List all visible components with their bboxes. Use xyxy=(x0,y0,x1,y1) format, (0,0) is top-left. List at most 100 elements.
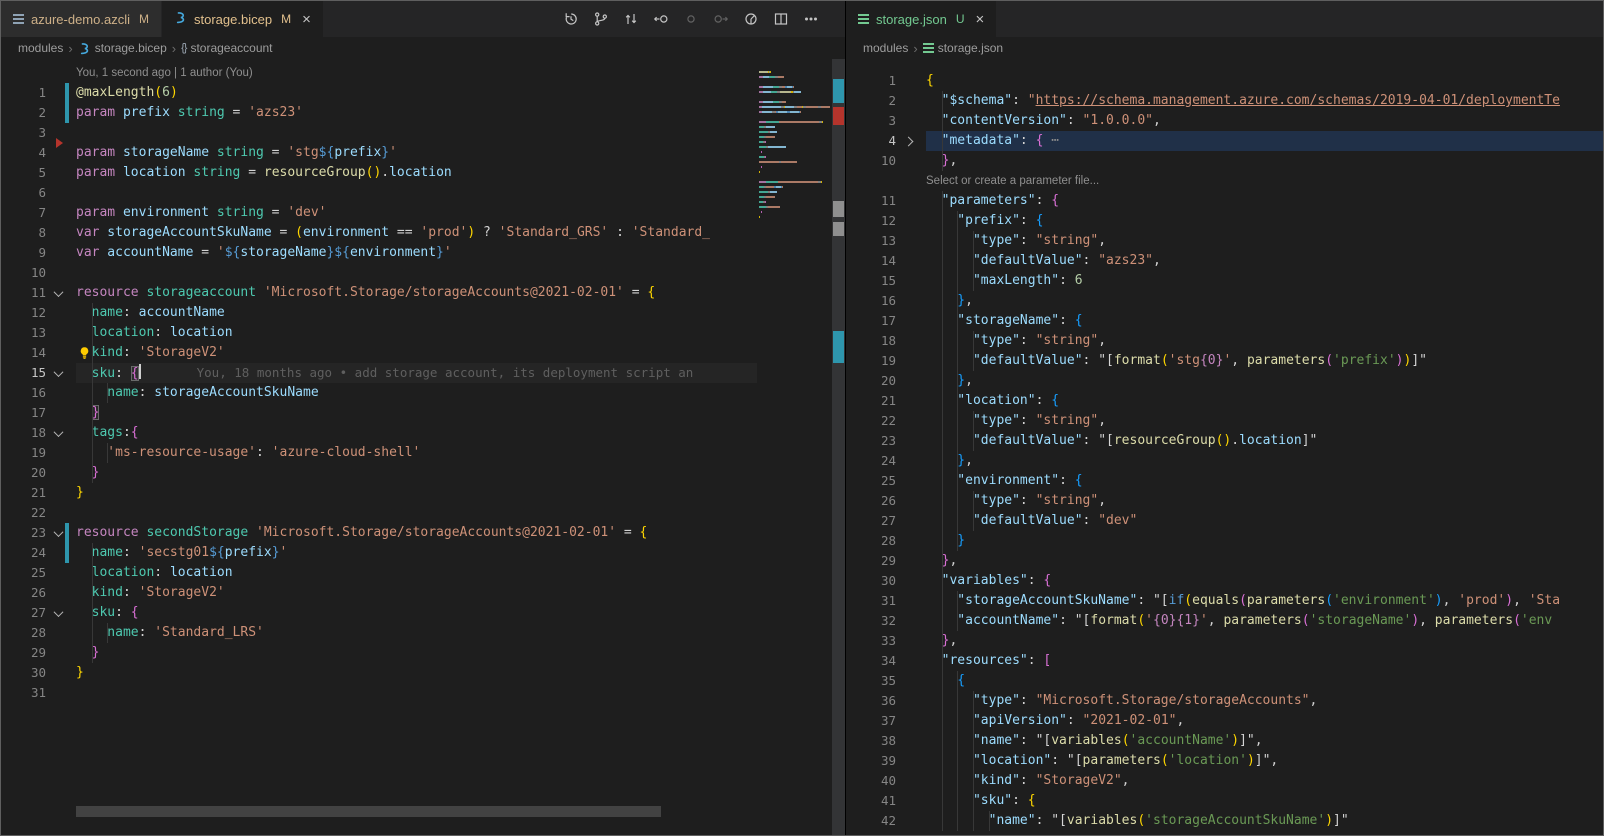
code-line-24[interactable]: 24 name: 'secstg01${prefix}' xyxy=(1,543,757,563)
code-line-30[interactable]: 30} xyxy=(1,663,757,683)
lightbulb-icon[interactable] xyxy=(78,346,91,363)
code-line-29[interactable]: 29 }, xyxy=(846,551,1603,571)
code-line-3[interactable]: 3 "contentVersion": "1.0.0.0", xyxy=(846,111,1603,131)
code-line-26[interactable]: 26 "type": "string", xyxy=(846,491,1603,511)
code-line-17[interactable]: 17 } xyxy=(1,403,757,423)
breadcrumb-item-storage.json[interactable]: storage.json xyxy=(923,41,1003,55)
fold-chevron-icon[interactable] xyxy=(46,603,70,623)
code-line-28[interactable]: 28 name: 'Standard_LRS' xyxy=(1,623,757,643)
code-line-21[interactable]: 21 "location": { xyxy=(846,391,1603,411)
code-line-10[interactable]: 10 xyxy=(1,263,757,283)
code-line-13[interactable]: 13 location: location xyxy=(1,323,757,343)
code-line-34[interactable]: 34 "resources": [ xyxy=(846,651,1603,671)
code-line-3[interactable]: 3 xyxy=(1,123,757,143)
code-line-2[interactable]: 2 "$schema": "https://schema.management.… xyxy=(846,91,1603,111)
split-editor-icon[interactable] xyxy=(772,11,789,28)
fold-chevron-icon[interactable] xyxy=(46,423,70,443)
code-line-11[interactable]: 11 "parameters": { xyxy=(846,191,1603,211)
code-line-1[interactable]: 1{ xyxy=(846,71,1603,91)
source-branch-icon[interactable] xyxy=(592,11,609,28)
code-line-1[interactable]: 1@maxLength(6) xyxy=(1,83,757,103)
code-line-29[interactable]: 29 } xyxy=(1,643,757,663)
code-line-13[interactable]: 13 "type": "string", xyxy=(846,231,1603,251)
code-line-12[interactable]: 12 "prefix": { xyxy=(846,211,1603,231)
code-line-28[interactable]: 28 } xyxy=(846,531,1603,551)
code-line-18[interactable]: 18 tags:{ xyxy=(1,423,757,443)
bicep-editor[interactable]: You, 1 second ago | 1 author (You)1@maxL… xyxy=(1,59,845,835)
code-line-25[interactable]: 25 "environment": { xyxy=(846,471,1603,491)
code-line-31[interactable]: 31 xyxy=(1,683,757,703)
fold-chevron-icon[interactable] xyxy=(46,363,70,383)
open-changes-icon[interactable] xyxy=(742,11,759,28)
history-icon[interactable] xyxy=(562,11,579,28)
code-line-16[interactable]: 16 name: storageAccountSkuName xyxy=(1,383,757,403)
code-line-20[interactable]: 20 } xyxy=(1,463,757,483)
code-line-15[interactable]: 15 "maxLength": 6 xyxy=(846,271,1603,291)
breadcrumb-item-storage.bicep[interactable]: storage.bicep xyxy=(78,41,167,55)
code-line-10[interactable]: 10 }, xyxy=(846,151,1603,171)
code-line-4[interactable]: 4param storageName string = 'stg${prefix… xyxy=(1,143,757,163)
code-line-40[interactable]: 40 "kind": "StorageV2", xyxy=(846,771,1603,791)
code-line-6[interactable]: 6 xyxy=(1,183,757,203)
breadcrumb-item-modules[interactable]: modules xyxy=(18,41,63,55)
code-line-9[interactable]: 9var accountName = '${storageName}${envi… xyxy=(1,243,757,263)
code-line-23[interactable]: 23 "defaultValue": "[resourceGroup().loc… xyxy=(846,431,1603,451)
tab-storage.json[interactable]: storage.jsonU× xyxy=(846,1,997,37)
code-line-35[interactable]: 35 { xyxy=(846,671,1603,691)
close-icon[interactable]: × xyxy=(976,12,985,27)
breadcrumb-item-modules[interactable]: modules xyxy=(863,41,908,55)
code-line-23[interactable]: 23resource secondStorage 'Microsoft.Stor… xyxy=(1,523,757,543)
code-line-30[interactable]: 30 "variables": { xyxy=(846,571,1603,591)
code-line-31[interactable]: 31 "storageAccountSkuName": "[if(equals(… xyxy=(846,591,1603,611)
code-line-38[interactable]: 38 "name": "[variables('accountName')]", xyxy=(846,731,1603,751)
code-line-7[interactable]: 7param environment string = 'dev' xyxy=(1,203,757,223)
tab-storage.bicep[interactable]: storage.bicepM× xyxy=(162,1,324,37)
fold-chevron-icon[interactable] xyxy=(896,131,920,151)
code-line-27[interactable]: 27 "defaultValue": "dev" xyxy=(846,511,1603,531)
code-line-27[interactable]: 27 sku: { xyxy=(1,603,757,623)
code-line-32[interactable]: 32 "accountName": "[format('{0}{1}', par… xyxy=(846,611,1603,631)
code-line-2[interactable]: 2param prefix string = 'azs23' xyxy=(1,103,757,123)
codelens-parameter-file[interactable]: Select or create a parameter file... xyxy=(846,171,1603,191)
code-line-20[interactable]: 20 }, xyxy=(846,371,1603,391)
next-change-icon[interactable] xyxy=(712,11,729,28)
code-line-21[interactable]: 21} xyxy=(1,483,757,503)
code-line-14[interactable]: 14 "defaultValue": "azs23", xyxy=(846,251,1603,271)
code-line-22[interactable]: 22 "type": "string", xyxy=(846,411,1603,431)
code-line-26[interactable]: 26 kind: 'StorageV2' xyxy=(1,583,757,603)
compare-changes-icon[interactable] xyxy=(622,11,639,28)
json-editor[interactable]: 1{2 "$schema": "https://schema.managemen… xyxy=(846,59,1603,835)
overview-ruler[interactable] xyxy=(832,59,845,835)
change-indicator-icon[interactable] xyxy=(682,11,699,28)
more-actions-icon[interactable] xyxy=(802,11,819,28)
code-line-41[interactable]: 41 "sku": { xyxy=(846,791,1603,811)
code-line-33[interactable]: 33 }, xyxy=(846,631,1603,651)
indent-guide xyxy=(973,691,974,711)
minimap[interactable] xyxy=(759,71,831,226)
code-line-22[interactable]: 22 xyxy=(1,503,757,523)
code-line-11[interactable]: 11resource storageaccount 'Microsoft.Sto… xyxy=(1,283,757,303)
code-line-5[interactable]: 5param location string = resourceGroup()… xyxy=(1,163,757,183)
code-line-17[interactable]: 17 "storageName": { xyxy=(846,311,1603,331)
code-line-8[interactable]: 8var storageAccountSkuName = (environmen… xyxy=(1,223,757,243)
breadcrumb-item-storageaccount[interactable]: {}storageaccount xyxy=(181,41,272,55)
code-line-18[interactable]: 18 "type": "string", xyxy=(846,331,1603,351)
code-line-37[interactable]: 37 "apiVersion": "2021-02-01", xyxy=(846,711,1603,731)
tab-azure-demo.azcli[interactable]: azure-demo.azcliM xyxy=(1,1,162,37)
code-line-16[interactable]: 16 }, xyxy=(846,291,1603,311)
code-line-19[interactable]: 19 'ms-resource-usage': 'azure-cloud-she… xyxy=(1,443,757,463)
close-icon[interactable]: × xyxy=(302,12,311,27)
code-line-19[interactable]: 19 "defaultValue": "[format('stg{0}', pa… xyxy=(846,351,1603,371)
code-line-15[interactable]: 15 sku: {You, 18 months ago • add storag… xyxy=(1,363,757,383)
code-line-24[interactable]: 24 }, xyxy=(846,451,1603,471)
horizontal-scrollbar[interactable] xyxy=(76,806,661,817)
code-line-12[interactable]: 12 name: accountName xyxy=(1,303,757,323)
code-line-42[interactable]: 42 "name": "[variables('storageAccountSk… xyxy=(846,811,1603,831)
code-line-25[interactable]: 25 location: location xyxy=(1,563,757,583)
fold-chevron-icon[interactable] xyxy=(46,283,70,303)
previous-change-icon[interactable] xyxy=(652,11,669,28)
code-line-39[interactable]: 39 "location": "[parameters('location')]… xyxy=(846,751,1603,771)
code-line-4[interactable]: 4 "metadata": { ⋯ xyxy=(846,131,1603,151)
code-line-14[interactable]: 14 kind: 'StorageV2' xyxy=(1,343,757,363)
code-line-36[interactable]: 36 "type": "Microsoft.Storage/storageAcc… xyxy=(846,691,1603,711)
